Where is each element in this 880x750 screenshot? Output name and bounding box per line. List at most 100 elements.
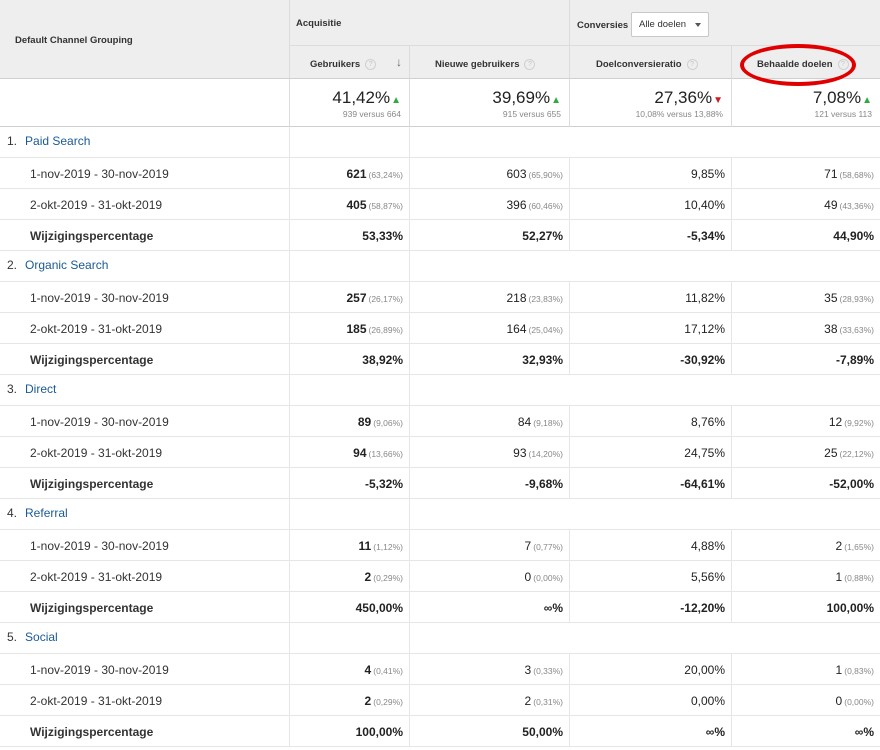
metric-value: 71 (58,68%): [824, 167, 874, 181]
column-header-goal-conversion-rate[interactable]: Doelconversieratio?: [570, 46, 732, 79]
metric-cell: 0,00%: [570, 685, 732, 716]
metric-cell: 7 (0,77%): [410, 530, 570, 561]
change-cell: 32,93%: [410, 344, 570, 375]
metric-value: 621 (63,24%): [346, 167, 403, 181]
column-header-new-users[interactable]: Nieuwe gebruikers?: [410, 46, 570, 79]
sort-descending-icon[interactable]: ↓: [396, 55, 402, 69]
totals-label-cell: [0, 79, 290, 127]
change-cell: -64,61%: [570, 468, 732, 499]
channel-spacer-cell: [290, 499, 410, 530]
metric-number: 603: [506, 167, 527, 181]
channel-row: 5. Social: [0, 623, 880, 654]
metric-number: 5,56%: [690, 570, 725, 584]
change-row: Wijzigingspercentage 100,00% 50,00% ∞% ∞%: [0, 716, 880, 747]
metric-share: (0,41%): [373, 666, 403, 676]
metric-number: 0: [524, 570, 532, 584]
period-label: 2-okt-2019 - 31-okt-2019: [30, 570, 163, 584]
channel-name-cell: 5. Social: [0, 623, 290, 654]
metric-cell: 0 (0,00%): [732, 685, 880, 716]
metric-share: (60,46%): [528, 201, 564, 211]
table-row: 1-nov-2019 - 30-nov-2019 4 (0,41%) 3 (0,33%)…: [0, 654, 880, 685]
metric-number: 9,85%: [690, 167, 725, 181]
change-cell: -30,92%: [570, 344, 732, 375]
change-cell: 53,33%: [290, 220, 410, 251]
metric-number: 11,82%: [685, 291, 725, 305]
channel-name: 1. Paid Search: [7, 134, 90, 148]
channel-link[interactable]: Direct: [25, 382, 56, 396]
metric-share: (0,00%): [533, 573, 563, 583]
metric-number: 94: [353, 446, 367, 460]
change-value: 53,33%: [362, 229, 403, 243]
change-value: -64,61%: [680, 477, 725, 491]
period-label: 2-okt-2019 - 31-okt-2019: [30, 694, 163, 708]
metric-share: (0,88%): [844, 573, 874, 583]
period-label-cell: 2-okt-2019 - 31-okt-2019: [0, 189, 290, 220]
dimension-header-label: Default Channel Grouping: [15, 35, 133, 46]
change-label: Wijzigingspercentage: [30, 353, 154, 367]
channel-name: 2. Organic Search: [7, 258, 108, 272]
goal-select-dropdown[interactable]: Alle doelen: [631, 12, 709, 37]
change-row: Wijzigingspercentage 38,92% 32,93% -30,92% -…: [0, 344, 880, 375]
change-value: ∞%: [543, 601, 563, 615]
change-cell: ∞%: [570, 716, 732, 747]
channel-link[interactable]: Social: [25, 630, 58, 644]
table-row: 2-okt-2019 - 31-okt-2019 185 (26,89%) 164 (2…: [0, 313, 880, 344]
metric-share: (9,92%): [844, 418, 874, 428]
period-label: 1-nov-2019 - 30-nov-2019: [30, 539, 169, 553]
dimension-header[interactable]: Default Channel Grouping: [0, 0, 290, 79]
metric-value: 4 (0,41%): [365, 663, 403, 677]
metric-share: (58,87%): [368, 201, 404, 211]
column-header-goal-conversion-rate-label: Doelconversieratio: [596, 59, 682, 70]
metric-cell: 5,56%: [570, 561, 732, 592]
metric-cell: 17,12%: [570, 313, 732, 344]
metric-value: 24,75%: [684, 446, 725, 460]
help-icon[interactable]: ?: [365, 59, 377, 70]
metric-number: 17,12%: [684, 322, 725, 336]
metric-number: 89: [357, 415, 372, 429]
channel-link[interactable]: Organic Search: [25, 258, 108, 272]
metric-share: (33,63%): [839, 325, 875, 335]
arrow-up-icon: ▲: [551, 95, 561, 106]
table-row: 2-okt-2019 - 31-okt-2019 2 (0,29%) 0 (0,00%)…: [0, 561, 880, 592]
table-row: 2-okt-2019 - 31-okt-2019 405 (58,87%) 396 (6…: [0, 189, 880, 220]
change-value: -9,68%: [524, 477, 563, 491]
change-value: ∞%: [705, 725, 725, 739]
metric-number: 1: [835, 570, 843, 584]
change-value: -30,92%: [680, 353, 725, 367]
metric-cell: 24,75%: [570, 437, 732, 468]
table-body: 1. Paid Search 1-nov-2019 - 30-nov-2019 621…: [0, 127, 880, 747]
total-compare: 915 versus 655: [502, 109, 561, 119]
period-label-cell: 2-okt-2019 - 31-okt-2019: [0, 437, 290, 468]
total-percent: 7,08%: [812, 88, 862, 107]
channel-link[interactable]: Referral: [25, 506, 68, 520]
metric-cell: 49 (43,36%): [732, 189, 880, 220]
metric-number: 2: [364, 570, 372, 584]
channel-spacer-cell: [290, 375, 410, 406]
change-value: 450,00%: [355, 601, 403, 615]
metric-share: (63,24%): [368, 170, 404, 180]
channel-link[interactable]: Paid Search: [25, 134, 90, 148]
metric-number: 405: [346, 198, 367, 212]
change-value: 52,27%: [522, 229, 563, 243]
total-goal-completions: 7,08%▲ 121 versus 113: [732, 79, 880, 127]
change-value: 32,93%: [522, 353, 563, 367]
metric-number: 3: [524, 663, 532, 677]
column-header-users[interactable]: Gebruikers? ↓: [290, 46, 410, 79]
arrow-up-icon: ▲: [391, 95, 401, 106]
help-icon[interactable]: ?: [686, 59, 698, 70]
change-label-cell: Wijzigingspercentage: [0, 716, 290, 747]
metric-cell: 4 (0,41%): [290, 654, 410, 685]
metric-value: 257 (26,17%): [346, 291, 403, 305]
metric-cell: 218 (23,83%): [410, 282, 570, 313]
total-compare: 10,08% versus 13,88%: [635, 109, 723, 119]
metric-cell: 25 (22,12%): [732, 437, 880, 468]
help-icon[interactable]: ?: [524, 59, 536, 70]
arrow-up-icon: ▲: [862, 95, 872, 106]
metric-cell: 38 (33,63%): [732, 313, 880, 344]
metric-value: 7 (0,77%): [525, 539, 563, 553]
change-label: Wijzigingspercentage: [30, 601, 154, 615]
metric-share: (65,90%): [528, 170, 564, 180]
group-acquisition: Acquisitie: [290, 0, 570, 46]
channel-index: 2.: [7, 258, 18, 272]
channel-name: 4. Referral: [7, 506, 68, 520]
